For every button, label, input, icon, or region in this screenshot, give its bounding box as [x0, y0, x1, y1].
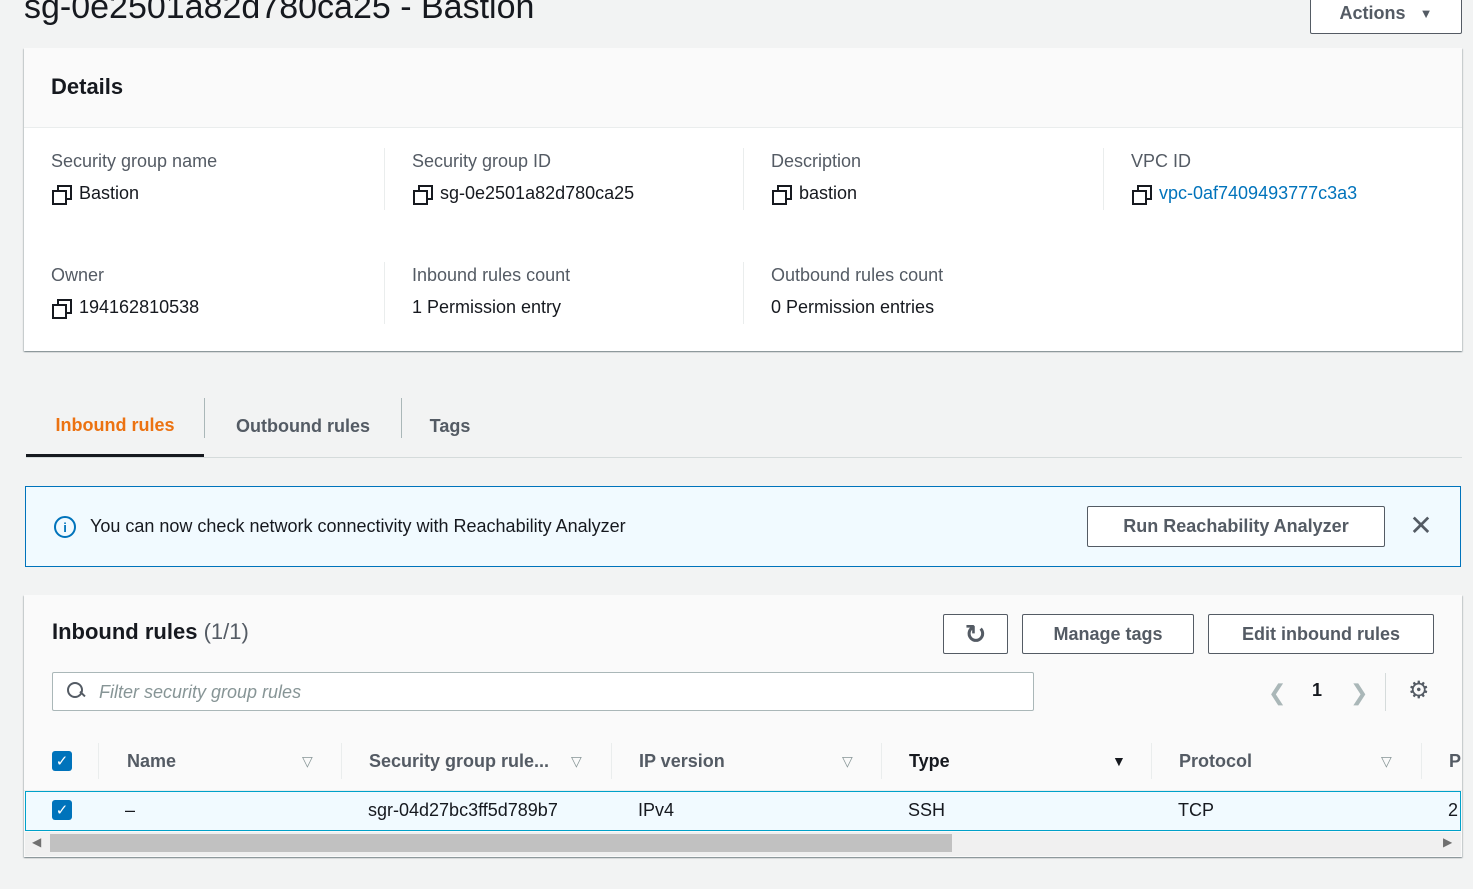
field-label: Outbound rules count — [771, 265, 944, 285]
row-checkbox[interactable]: ✓ — [52, 800, 72, 820]
column-divider — [1421, 743, 1422, 779]
scrollbar-thumb[interactable] — [50, 834, 952, 852]
column-header-type[interactable]: Type — [909, 751, 950, 772]
pager-divider — [1385, 673, 1386, 711]
rules-table-title: Inbound rules (1/1) — [52, 619, 249, 645]
column-header-protocol[interactable]: Protocol — [1179, 751, 1252, 772]
field-security-group-name: Security group name Bastion — [51, 151, 218, 205]
scroll-left-arrow[interactable]: ◀ — [32, 835, 41, 849]
field-owner: Owner 194162810538 — [51, 265, 200, 319]
page-number[interactable]: 1 — [1312, 680, 1322, 701]
field-label: Inbound rules count — [412, 265, 571, 285]
tab-tags[interactable]: Tags — [402, 396, 498, 457]
run-reachability-analyzer-button[interactable]: Run Reachability Analyzer — [1087, 506, 1385, 547]
tab-inbound-rules[interactable]: Inbound rules — [26, 396, 204, 457]
vpc-id-link[interactable]: vpc-0af7409493777c3a3 — [1159, 183, 1357, 204]
caret-down-icon: ▼ — [1419, 5, 1433, 21]
field-value: 194162810538 — [79, 297, 200, 317]
field-value: 1 Permission entry — [412, 297, 562, 317]
column-divider — [611, 743, 612, 779]
close-icon[interactable]: ✕ — [1408, 512, 1434, 540]
field-description: Description bastion — [771, 151, 862, 205]
copy-icon[interactable] — [771, 184, 792, 205]
cell-ip-version: IPv4 — [638, 800, 675, 820]
sort-icon[interactable]: ▽ — [302, 753, 313, 770]
field-label: Owner — [51, 265, 105, 285]
details-panel: Details Security group name Bastion Secu… — [24, 48, 1462, 351]
details-heading: Details — [24, 48, 1462, 128]
field-label: Security group name — [51, 151, 218, 171]
table-header: ✓ Name ▽ Security group rule... ▽ IP ver… — [24, 733, 1462, 791]
rules-title-text: Inbound rules — [52, 619, 198, 644]
tab-bar: Inbound rules Outbound rules Tags — [26, 396, 1462, 458]
column-header-ip-version[interactable]: IP version — [639, 751, 725, 772]
actions-button[interactable]: Actions ▼ — [1310, 0, 1462, 34]
manage-tags-button[interactable]: Manage tags — [1022, 614, 1194, 654]
flash-message: You can now check network connectivity w… — [90, 516, 626, 536]
copy-icon[interactable] — [412, 184, 433, 205]
field-inbound-rules-count: Inbound rules count 1 Permission entry — [412, 265, 570, 318]
filter-search-field[interactable] — [52, 672, 1034, 711]
sort-icon[interactable]: ▽ — [842, 753, 853, 770]
gear-icon[interactable]: ⚙ — [1408, 679, 1430, 703]
column-header-name[interactable]: Name — [127, 751, 176, 772]
cell-port: 2 — [1448, 800, 1459, 820]
divider — [384, 262, 385, 324]
info-icon: i — [54, 516, 76, 538]
column-divider — [881, 743, 882, 779]
reachability-flash-banner: i You can now check network connectivity… — [25, 486, 1461, 567]
field-value: sg-0e2501a82d780ca25 — [440, 183, 635, 203]
field-value: bastion — [799, 183, 858, 203]
field-label: Description — [771, 151, 862, 171]
column-header-rule-id[interactable]: Security group rule... — [369, 751, 549, 772]
refresh-icon: ↻ — [964, 618, 987, 649]
select-all-checkbox[interactable]: ✓ — [52, 751, 72, 771]
cell-rule-id: sgr-04d27bc3ff5d789b7 — [368, 800, 558, 820]
field-label: VPC ID — [1131, 151, 1192, 171]
inbound-rules-panel: Inbound rules (1/1) ↻ Manage tags Edit i… — [24, 595, 1462, 857]
copy-icon[interactable] — [51, 184, 72, 205]
divider — [1103, 148, 1104, 210]
copy-icon[interactable] — [1131, 184, 1152, 205]
table-row[interactable]: ✓ – sgr-04d27bc3ff5d789b7 IPv4 SSH TCP 2 — [25, 791, 1461, 831]
horizontal-scrollbar[interactable]: ◀ ▶ — [25, 832, 1461, 856]
edit-inbound-rules-button[interactable]: Edit inbound rules — [1208, 614, 1434, 654]
refresh-button[interactable]: ↻ — [943, 614, 1008, 654]
cell-name: – — [125, 800, 136, 820]
divider — [384, 148, 385, 210]
field-security-group-id: Security group ID sg-0e2501a82d780ca25 — [412, 151, 635, 205]
rules-count: (1/1) — [203, 619, 249, 644]
search-input[interactable] — [99, 679, 999, 705]
sort-icon[interactable]: ▽ — [1381, 753, 1392, 770]
chevron-right-icon[interactable]: ❯ — [1350, 680, 1368, 706]
actions-label: Actions — [1339, 2, 1406, 23]
field-label: Security group ID — [412, 151, 552, 171]
field-value: Bastion — [79, 183, 140, 203]
tab-outbound-rules[interactable]: Outbound rules — [205, 396, 401, 457]
copy-icon[interactable] — [51, 298, 72, 319]
field-value: 0 Permission entries — [771, 297, 935, 317]
column-divider — [98, 743, 99, 779]
page-title: sg-0e2501a82d780ca25 - Bastion — [24, 0, 535, 26]
divider — [743, 148, 744, 210]
chevron-left-icon[interactable]: ❮ — [1268, 680, 1286, 706]
search-icon — [67, 682, 84, 699]
column-divider — [1151, 743, 1152, 779]
field-vpc-id: VPC ID vpc-0af7409493777c3a3 — [1131, 151, 1357, 205]
scroll-right-arrow[interactable]: ▶ — [1443, 835, 1452, 849]
cell-protocol: TCP — [1178, 800, 1214, 820]
cell-type: SSH — [908, 800, 946, 820]
column-header-port[interactable]: P — [1449, 751, 1461, 772]
divider — [743, 262, 744, 324]
column-divider — [341, 743, 342, 779]
field-outbound-rules-count: Outbound rules count 0 Permission entrie… — [771, 265, 943, 318]
sort-icon[interactable]: ▼ — [1112, 753, 1126, 769]
sort-icon[interactable]: ▽ — [571, 753, 582, 770]
